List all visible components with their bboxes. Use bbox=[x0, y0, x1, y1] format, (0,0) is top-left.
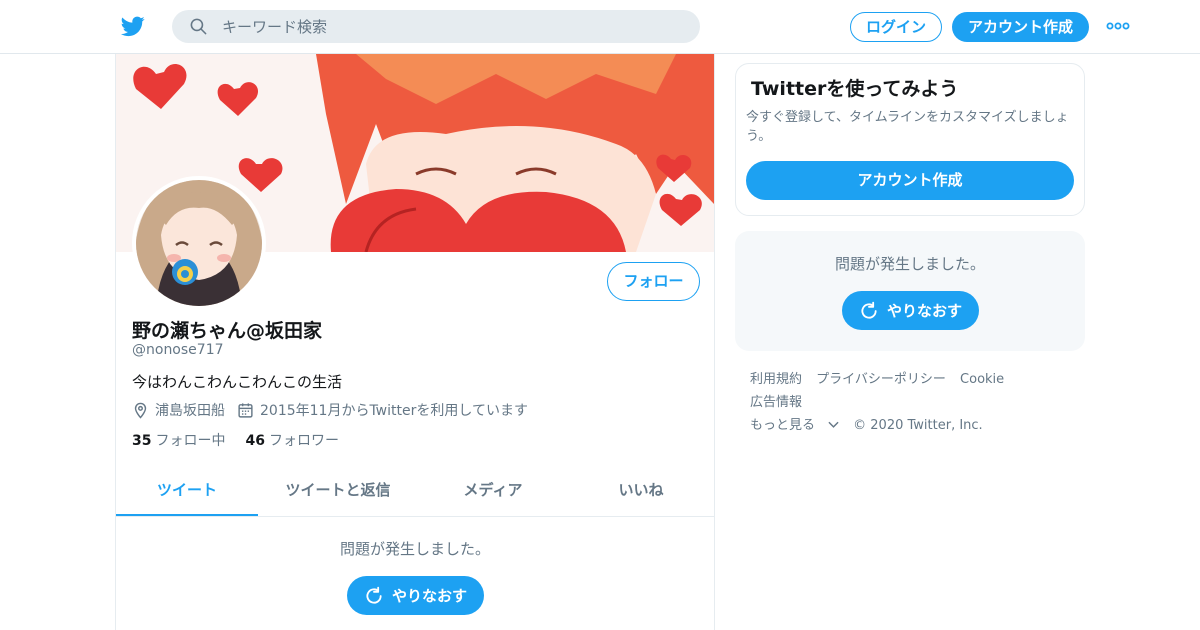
sidebar-retry-button[interactable]: やりなおす bbox=[842, 291, 979, 330]
footer-links: 利用規約 プライバシーポリシー Cookie 広告情報 もっと見る © 2020… bbox=[750, 368, 1080, 437]
avatar-illustration bbox=[136, 180, 262, 306]
followers-count: 46 bbox=[245, 433, 265, 449]
top-navigation-bar: ログイン アカウント作成 bbox=[0, 0, 1200, 54]
chevron-down-icon bbox=[828, 421, 839, 428]
sidebar-error-box: 問題が発生しました。 やりなおす bbox=[735, 231, 1085, 351]
login-button[interactable]: ログイン bbox=[850, 12, 942, 42]
location-pin-icon bbox=[134, 402, 147, 419]
profile-avatar[interactable] bbox=[132, 176, 266, 310]
footer-link-terms[interactable]: 利用規約 bbox=[750, 372, 802, 387]
timeline-retry-label: やりなおす bbox=[391, 587, 467, 605]
signup-button[interactable]: アカウント作成 bbox=[952, 12, 1089, 42]
followers-link[interactable]: 46 フォロワー bbox=[245, 430, 338, 450]
profile-name: 野の瀬ちゃん@坂田家 bbox=[132, 320, 323, 342]
tab-tweets[interactable]: ツイート bbox=[116, 466, 258, 516]
following-count: 35 bbox=[132, 433, 152, 449]
signup-card-description: 今すぐ登録して、タイムラインをカスタマイズしましょう。 bbox=[746, 110, 1069, 144]
timeline-retry-button[interactable]: やりなおす bbox=[347, 576, 484, 615]
footer-link-privacy[interactable]: プライバシーポリシー bbox=[816, 372, 946, 387]
followers-label: フォロワー bbox=[268, 433, 339, 449]
profile-tabs: ツイート ツイートと返信 メディア いいね bbox=[116, 466, 714, 517]
profile-column: フォロー 野の瀬ちゃん@坂田家 @nonose717 今はわんこわんこわんこの生… bbox=[115, 54, 715, 630]
search-icon bbox=[190, 18, 207, 35]
footer-link-ads[interactable]: 広告情報 bbox=[750, 395, 802, 410]
refresh-icon bbox=[366, 586, 382, 604]
footer-more-link[interactable]: もっと見る bbox=[750, 418, 839, 433]
refresh-icon bbox=[861, 301, 877, 319]
signup-card: Twitterを使ってみよう 今すぐ登録して、タイムラインをカスタマイズしましょ… bbox=[735, 63, 1085, 216]
search-bar bbox=[172, 10, 700, 43]
tab-tweets-and-replies[interactable]: ツイートと返信 bbox=[258, 466, 418, 516]
profile-stats: 35 フォロー中 46 フォロワー bbox=[132, 430, 339, 450]
tab-media[interactable]: メディア bbox=[418, 466, 568, 516]
profile-location: 浦島坂田船 bbox=[155, 403, 225, 419]
more-options-icon[interactable] bbox=[1106, 18, 1130, 34]
twitter-bird-icon[interactable] bbox=[120, 14, 146, 38]
follow-button[interactable]: フォロー bbox=[607, 262, 700, 301]
profile-joined-date: 2015年11月からTwitterを利用しています bbox=[260, 403, 528, 419]
timeline-error-text: 問題が発生しました。 bbox=[339, 540, 490, 558]
sidebar-retry-label: やりなおす bbox=[886, 302, 962, 320]
profile-bio: 今はわんこわんこわんこの生活 bbox=[132, 373, 343, 391]
calendar-icon bbox=[238, 402, 253, 418]
footer-more-label: もっと見る bbox=[750, 418, 816, 433]
signup-card-button[interactable]: アカウント作成 bbox=[746, 161, 1074, 200]
footer-copyright: © 2020 Twitter, Inc. bbox=[853, 418, 983, 433]
profile-meta: 浦島坂田船 2015年11月からTwitterを利用しています bbox=[132, 400, 528, 420]
following-label: フォロー中 bbox=[155, 433, 226, 449]
following-link[interactable]: 35 フォロー中 bbox=[132, 430, 225, 450]
tab-likes[interactable]: いいね bbox=[568, 466, 714, 516]
search-input[interactable] bbox=[222, 10, 682, 43]
sidebar-error-text: 問題が発生しました。 bbox=[834, 255, 985, 273]
profile-handle[interactable]: @nonose717 bbox=[132, 342, 224, 358]
footer-link-cookie[interactable]: Cookie bbox=[960, 372, 1004, 387]
signup-card-title: Twitterを使ってみよう bbox=[751, 78, 959, 100]
